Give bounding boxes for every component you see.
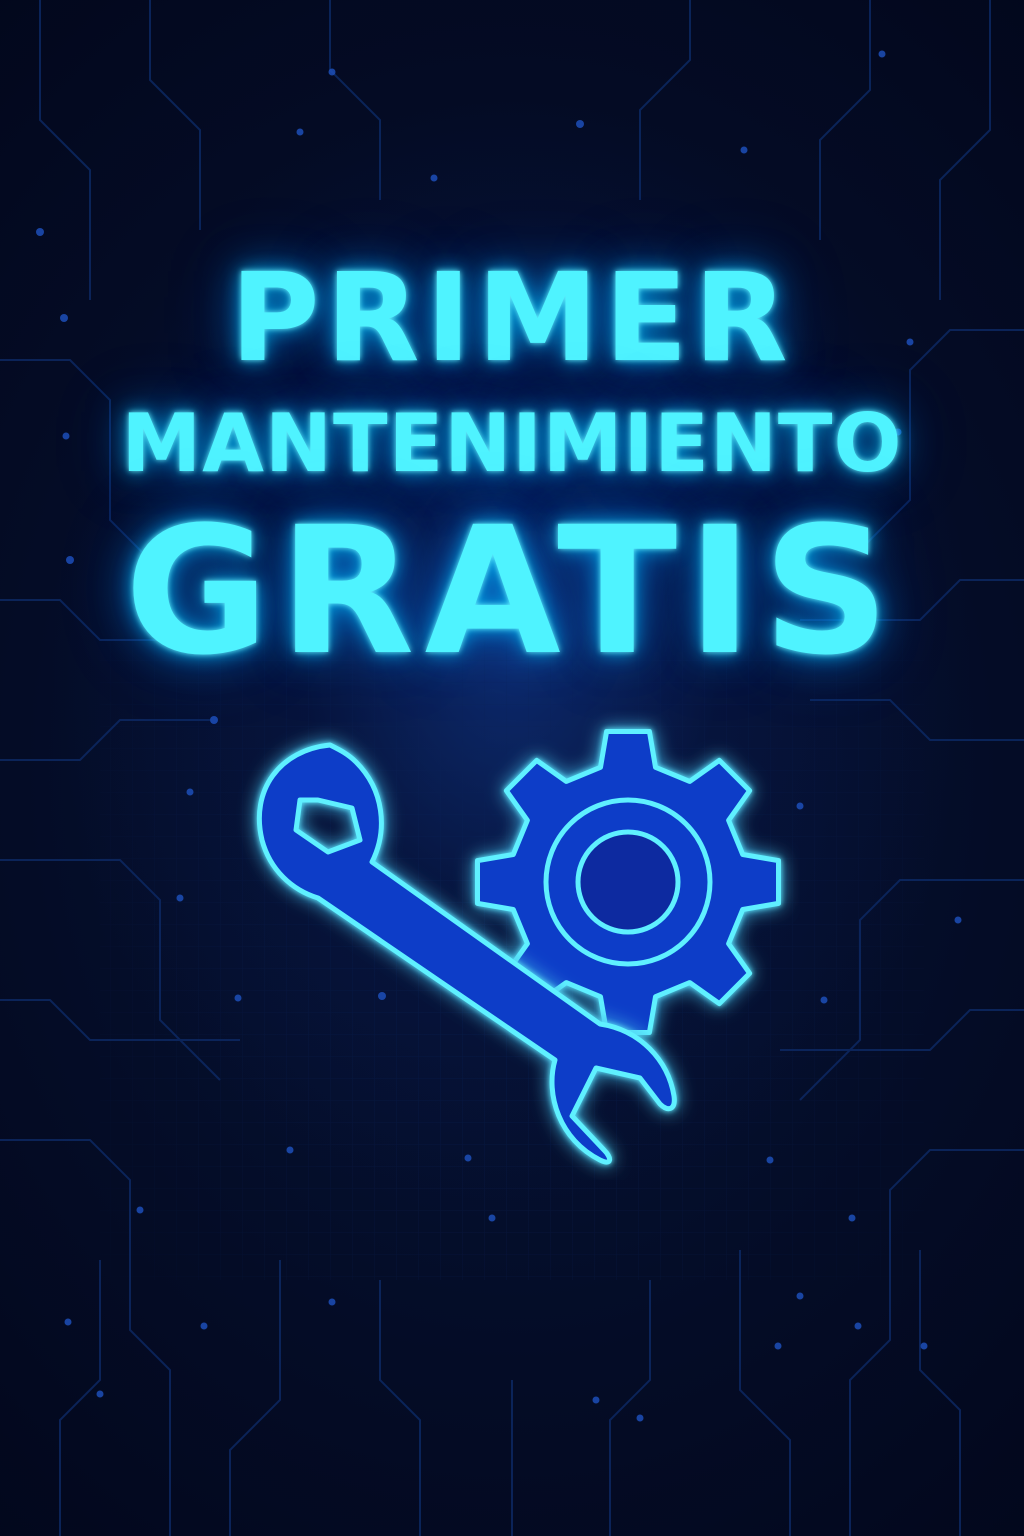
- wrench-and-gear-icon: [256, 729, 781, 1165]
- headline-primer: PRIMER: [230, 247, 794, 389]
- headline-gratis: GRATIS: [124, 489, 900, 694]
- promo-poster: PRIMER MANTENIMIENTO GRATIS: [0, 0, 1024, 1536]
- headline-mantenimiento: MANTENIMIENTO: [121, 397, 903, 490]
